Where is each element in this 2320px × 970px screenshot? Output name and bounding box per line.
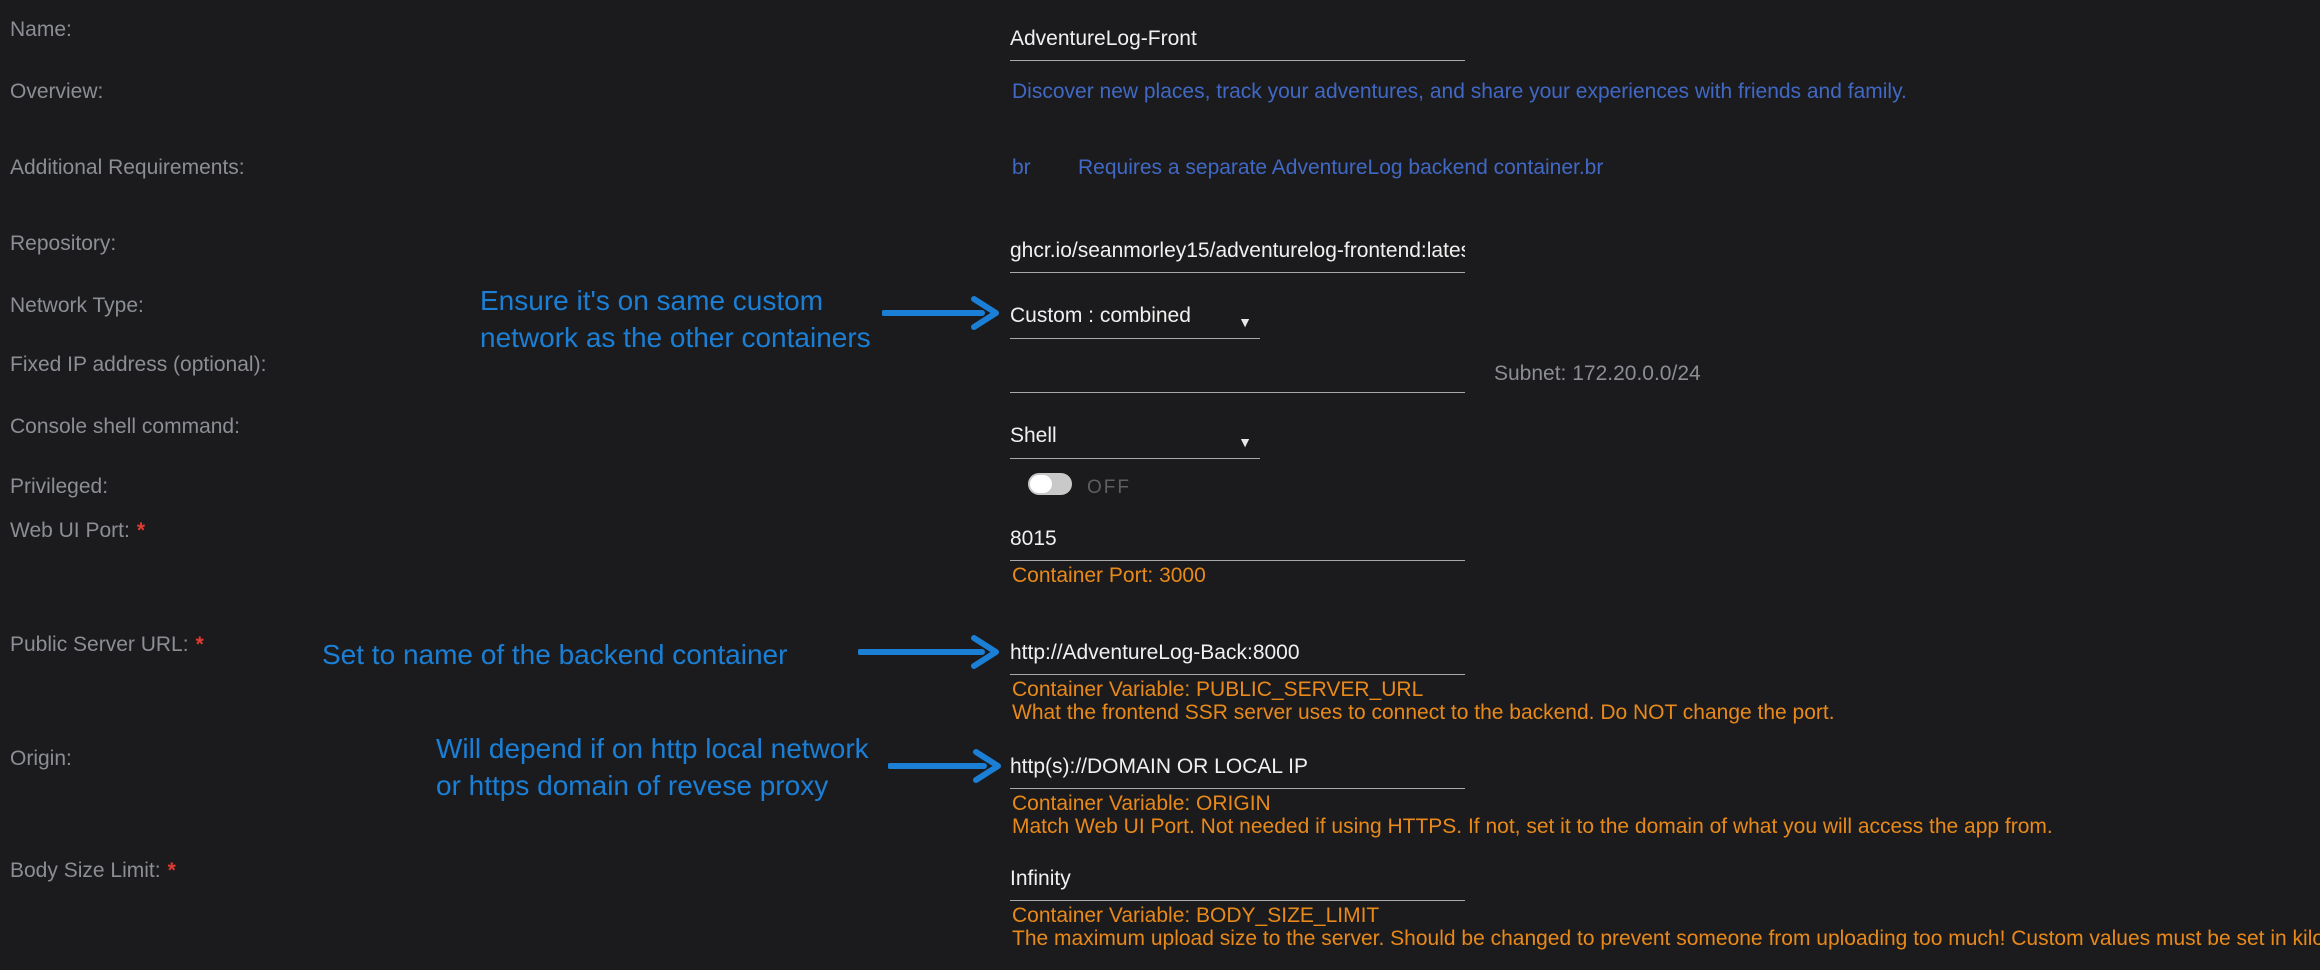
privileged-toggle-state: OFF — [1087, 477, 1131, 499]
origin-input[interactable]: http(s)://DOMAIN OR LOCAL IP — [1010, 752, 1465, 789]
fixed-ip-label: Fixed IP address (optional): — [10, 353, 266, 377]
chevron-down-icon: ▼ — [1238, 426, 1252, 458]
network-type-selected-value: Custom : combined — [1010, 304, 1191, 327]
console-shell-select[interactable]: Shell ▼ — [1010, 420, 1260, 459]
body-size-limit-hint-description: The maximum upload size to the server. S… — [1012, 927, 2320, 951]
name-label: Name: — [10, 18, 72, 42]
additional-requirements-prefix: br — [1012, 156, 1031, 180]
console-shell-selected-value: Shell — [1010, 424, 1057, 447]
web-ui-port-hint: Container Port: 3000 — [1012, 564, 1206, 588]
repository-label: Repository: — [10, 232, 116, 256]
annotation-origin: Will depend if on http local network or … — [436, 730, 869, 804]
web-ui-port-label: Web UI Port:* — [10, 519, 145, 543]
privileged-label: Privileged: — [10, 475, 108, 499]
public-server-url-label: Public Server URL:* — [10, 633, 204, 657]
required-asterisk: * — [137, 519, 145, 542]
annotation-public-server-url-line1: Set to name of the backend container — [322, 636, 787, 673]
chevron-down-icon: ▼ — [1238, 306, 1252, 338]
required-asterisk: * — [196, 633, 204, 656]
privileged-toggle[interactable] — [1028, 473, 1072, 495]
body-size-limit-input[interactable]: Infinity — [1010, 864, 1465, 901]
annotation-network-line1: Ensure it's on same custom — [480, 282, 871, 319]
annotation-network-arrow-icon — [882, 295, 1004, 331]
origin-hint-variable: Container Variable: ORIGIN — [1012, 792, 1271, 816]
annotation-network: Ensure it's on same custom network as th… — [480, 282, 871, 356]
additional-requirements-label: Additional Requirements: — [10, 156, 245, 180]
annotation-network-line2: network as the other containers — [480, 319, 871, 356]
body-size-limit-hint-variable: Container Variable: BODY_SIZE_LIMIT — [1012, 904, 1379, 928]
public-server-url-hint-variable: Container Variable: PUBLIC_SERVER_URL — [1012, 678, 1423, 702]
fixed-ip-input[interactable] — [1010, 356, 1465, 393]
body-size-limit-label: Body Size Limit:* — [10, 859, 176, 883]
toggle-knob — [1030, 475, 1052, 493]
name-input[interactable]: AdventureLog-Front — [1010, 24, 1465, 61]
public-server-url-input[interactable]: http://AdventureLog-Back:8000 — [1010, 638, 1465, 675]
annotation-public-server-url-arrow-icon — [858, 634, 1004, 670]
annotation-origin-line1: Will depend if on http local network — [436, 730, 869, 767]
origin-hint-description: Match Web UI Port. Not needed if using H… — [1012, 815, 2053, 839]
container-template-form: Name: AdventureLog-Front Overview: Disco… — [0, 0, 2320, 970]
annotation-public-server-url: Set to name of the backend container — [322, 636, 787, 673]
origin-label: Origin: — [10, 747, 72, 771]
annotation-origin-arrow-icon — [888, 748, 1006, 784]
additional-requirements-text: Requires a separate AdventureLog backend… — [1078, 156, 1603, 180]
repository-input[interactable]: ghcr.io/seanmorley15/adventurelog-fronte… — [1010, 236, 1465, 273]
required-asterisk: * — [168, 859, 176, 882]
annotation-origin-line2: or https domain of revese proxy — [436, 767, 869, 804]
web-ui-port-input[interactable]: 8015 — [1010, 524, 1465, 561]
network-type-select[interactable]: Custom : combined ▼ — [1010, 300, 1260, 339]
public-server-url-hint-description: What the frontend SSR server uses to con… — [1012, 701, 1835, 725]
network-type-label: Network Type: — [10, 294, 144, 318]
overview-description: Discover new places, track your adventur… — [1012, 80, 1907, 104]
overview-label: Overview: — [10, 80, 103, 104]
subnet-note: Subnet: 172.20.0.0/24 — [1494, 362, 1701, 386]
console-shell-label: Console shell command: — [10, 415, 240, 439]
